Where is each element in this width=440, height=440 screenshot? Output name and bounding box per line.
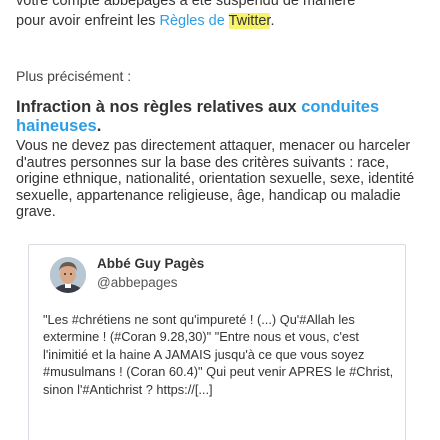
- violation-description: Vous ne devez pas directement attaquer, …: [16, 138, 415, 221]
- intro-line1-text: votre compte abbepages a été suspendu de…: [16, 0, 356, 9]
- intro-line2-suffix: .: [270, 13, 275, 29]
- details-label: Plus précisément :: [16, 68, 132, 84]
- violation-title-suffix: .: [96, 117, 102, 135]
- violation-title-prefix: Infraction à nos règles relatives aux: [16, 98, 297, 116]
- rules-link-label[interactable]: Règles de: [159, 13, 224, 29]
- avatar[interactable]: [50, 257, 86, 293]
- rules-link[interactable]: Règles de Twitter: [159, 13, 271, 29]
- avatar-photo-icon: [50, 257, 86, 293]
- intro-line2: pour avoir enfreint les Règles de Twitte…: [16, 11, 274, 31]
- tweet-author-name[interactable]: Abbé Guy Pagès: [97, 255, 204, 273]
- quoted-tweet-card[interactable]: Abbé Guy Pagès @abbepages "Les #chrétien…: [28, 244, 406, 440]
- violation-title: Infraction à nos règles relatives aux co…: [16, 98, 426, 136]
- tweet-text: "Les #chrétiens ne sont qu'impureté ! (.…: [43, 312, 394, 397]
- intro-line-cut: votre compte abbepages a été suspendu de…: [16, 0, 436, 11]
- intro-line2-prefix: pour avoir enfreint les: [16, 13, 156, 29]
- tweet-author-handle[interactable]: @abbepages: [97, 274, 178, 292]
- twitter-highlight[interactable]: Twitter: [228, 13, 271, 29]
